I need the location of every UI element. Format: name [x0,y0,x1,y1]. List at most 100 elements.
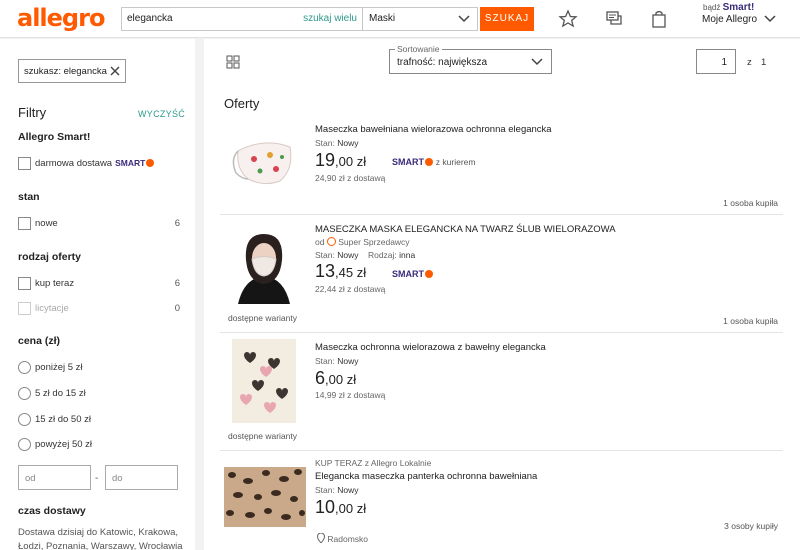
offer-shipping: 24,90 zł z dostawą [315,173,386,183]
page-of-label: z [747,57,752,68]
chevron-down-icon [531,58,543,66]
stan-section-title: stan [18,191,40,203]
checkbox[interactable] [18,277,31,290]
offer-seller: od Super Sprzedawcy [315,237,410,247]
filter-count: 0 [174,303,180,314]
offer-buyers: 1 osoba kupiła [723,198,778,208]
page-number-input[interactable]: 1 [696,49,736,74]
page-total: 1 [761,57,767,68]
offer-price: 10,00 zł [315,497,367,517]
rodzaj-section-title: rodzaj oferty [18,251,82,263]
offer-item[interactable]: Maseczka bawełniana wielorazowa ochronna… [220,115,783,215]
location-pin-icon [316,532,326,544]
price-from-input[interactable]: od [18,465,91,490]
category-value: Maski [369,13,396,24]
chevron-down-icon [458,15,470,23]
offer-variants[interactable]: dostępne warianty [228,431,297,441]
search-chip-label: szukasz: elegancka [24,66,107,77]
search-input[interactable]: elegancka szukaj wielu [121,7,363,31]
radio-button[interactable] [18,361,31,374]
cena-section-title: cena (zł) [18,335,61,347]
offer-item[interactable]: MASECZKA MASKA ELEGANCKA NA TWARZ ŚLUB W… [220,215,783,333]
clear-filters-button[interactable]: WYCZYŚĆ [138,109,185,119]
offer-buyers: 3 osoby kupiły [724,521,778,531]
offer-item[interactable]: Maseczka ochronna wielorazowa z bawełny … [220,333,783,451]
offer-condition: Stan: Nowy Rodzaj: inna [315,250,416,260]
filter-nowe[interactable]: nowe 6 [18,217,180,231]
smart-delivery-badge: SMART z kurierem [392,157,476,167]
offer-price: 6,00 zł [315,368,357,388]
smart-icon [146,159,155,167]
filter-kup-teraz[interactable]: kup teraz 6 [18,277,180,291]
offer-image[interactable] [224,228,304,304]
search-chip[interactable]: szukasz: elegancka [18,59,126,83]
account-menu[interactable]: Moje Allegro [702,14,757,25]
price-to-input[interactable]: do [105,465,178,490]
smart-section-title: Allegro Smart! [18,131,91,143]
radio-button[interactable] [18,438,31,451]
filter-label: kup teraz [35,278,75,289]
radio-button[interactable] [18,413,31,426]
czas-description: Dostawa dzisiaj do Katowic, Krakowa, Łod… [18,527,183,550]
offer-variants[interactable]: dostępne warianty [228,313,297,323]
offer-price: 13,45 zł [315,261,367,281]
offer-location: Radomsko [316,532,368,544]
offer-shipping: 22,44 zł z dostawą [315,284,386,294]
filters-sidebar: szukasz: elegancka Filtry WYCZYŚĆ Allegr… [0,39,195,550]
free-delivery-filter[interactable]: darmowa dostawa SMART [18,157,180,171]
offer-shipping: 14,99 zł z dostawą [315,390,386,400]
radio-label: 15 zł do 50 zł [35,414,91,425]
search-button[interactable]: SZUKAJ [480,7,534,31]
offer-item[interactable]: KUP TERAZ z Allegro Lokalnie Elegancka m… [220,451,783,550]
offer-image[interactable] [224,129,304,195]
free-delivery-label: darmowa dostawa [35,158,113,169]
offer-image[interactable] [224,467,306,527]
offer-condition: Stan: Nowy [315,356,359,366]
main-content: Sortowanie trafność: największa 1 z 1 Of… [204,39,800,550]
radio-button[interactable] [18,387,31,400]
checkbox[interactable] [18,217,31,230]
grid-view-icon[interactable] [226,55,240,69]
smart-delivery-badge: SMART [392,269,433,280]
radio-label: powyżej 50 zł [35,439,93,450]
offer-image[interactable] [224,339,304,423]
filter-label: nowe [35,218,58,229]
offer-source: KUP TERAZ z Allegro Lokalnie [315,458,432,468]
price-radio-option[interactable]: 5 zł do 15 zł [18,387,180,401]
offer-title[interactable]: Maseczka ochronna wielorazowa z bawełny … [315,342,546,353]
price-radio-option[interactable]: poniżej 5 zł [18,361,180,375]
smart-badge: SMART [115,158,146,168]
czas-section-title: czas dostawy [18,505,86,517]
section-title: Oferty [224,96,260,111]
radio-label: 5 zł do 15 zł [35,388,86,399]
close-icon[interactable] [109,65,121,77]
allegro-logo[interactable]: allegro [17,4,105,32]
price-dash: - [95,473,99,484]
price-radio-option[interactable]: 15 zł do 50 zł [18,413,180,427]
smart-icon [425,158,433,166]
offer-price: 19,00 zł [315,150,367,170]
filter-count: 6 [174,218,180,229]
filter-count: 6 [174,278,180,289]
messages-icon[interactable] [604,9,624,29]
cart-icon[interactable] [649,9,669,29]
offer-condition: Stan: Nowy [315,138,359,148]
offer-title[interactable]: Maseczka bawełniana wielorazowa ochronna… [315,124,552,135]
category-select[interactable]: Maski [362,7,478,31]
star-icon[interactable] [558,9,578,29]
search-value[interactable]: elegancka [127,13,173,24]
smart-promo[interactable]: bądź Smart! [703,2,754,13]
checkbox[interactable] [18,157,31,170]
radio-label: poniżej 5 zł [35,362,83,373]
chevron-down-icon[interactable] [763,13,777,25]
checkbox [18,302,31,315]
filter-label: licytacje [35,303,69,314]
offer-title[interactable]: MASECZKA MASKA ELEGANCKA NA TWARZ ŚLUB W… [315,224,616,235]
price-radio-option[interactable]: powyżej 50 zł [18,438,180,452]
offer-title[interactable]: Elegancka maseczka panterka ochronna baw… [315,471,537,482]
search-many-link[interactable]: szukaj wielu [303,13,357,24]
sort-select[interactable]: Sortowanie trafność: największa [389,44,552,74]
offer-buyers: 1 osoba kupiła [723,316,778,326]
top-bar: allegro elegancka szukaj wielu Maski SZU… [0,0,800,38]
smart-icon [425,270,433,278]
